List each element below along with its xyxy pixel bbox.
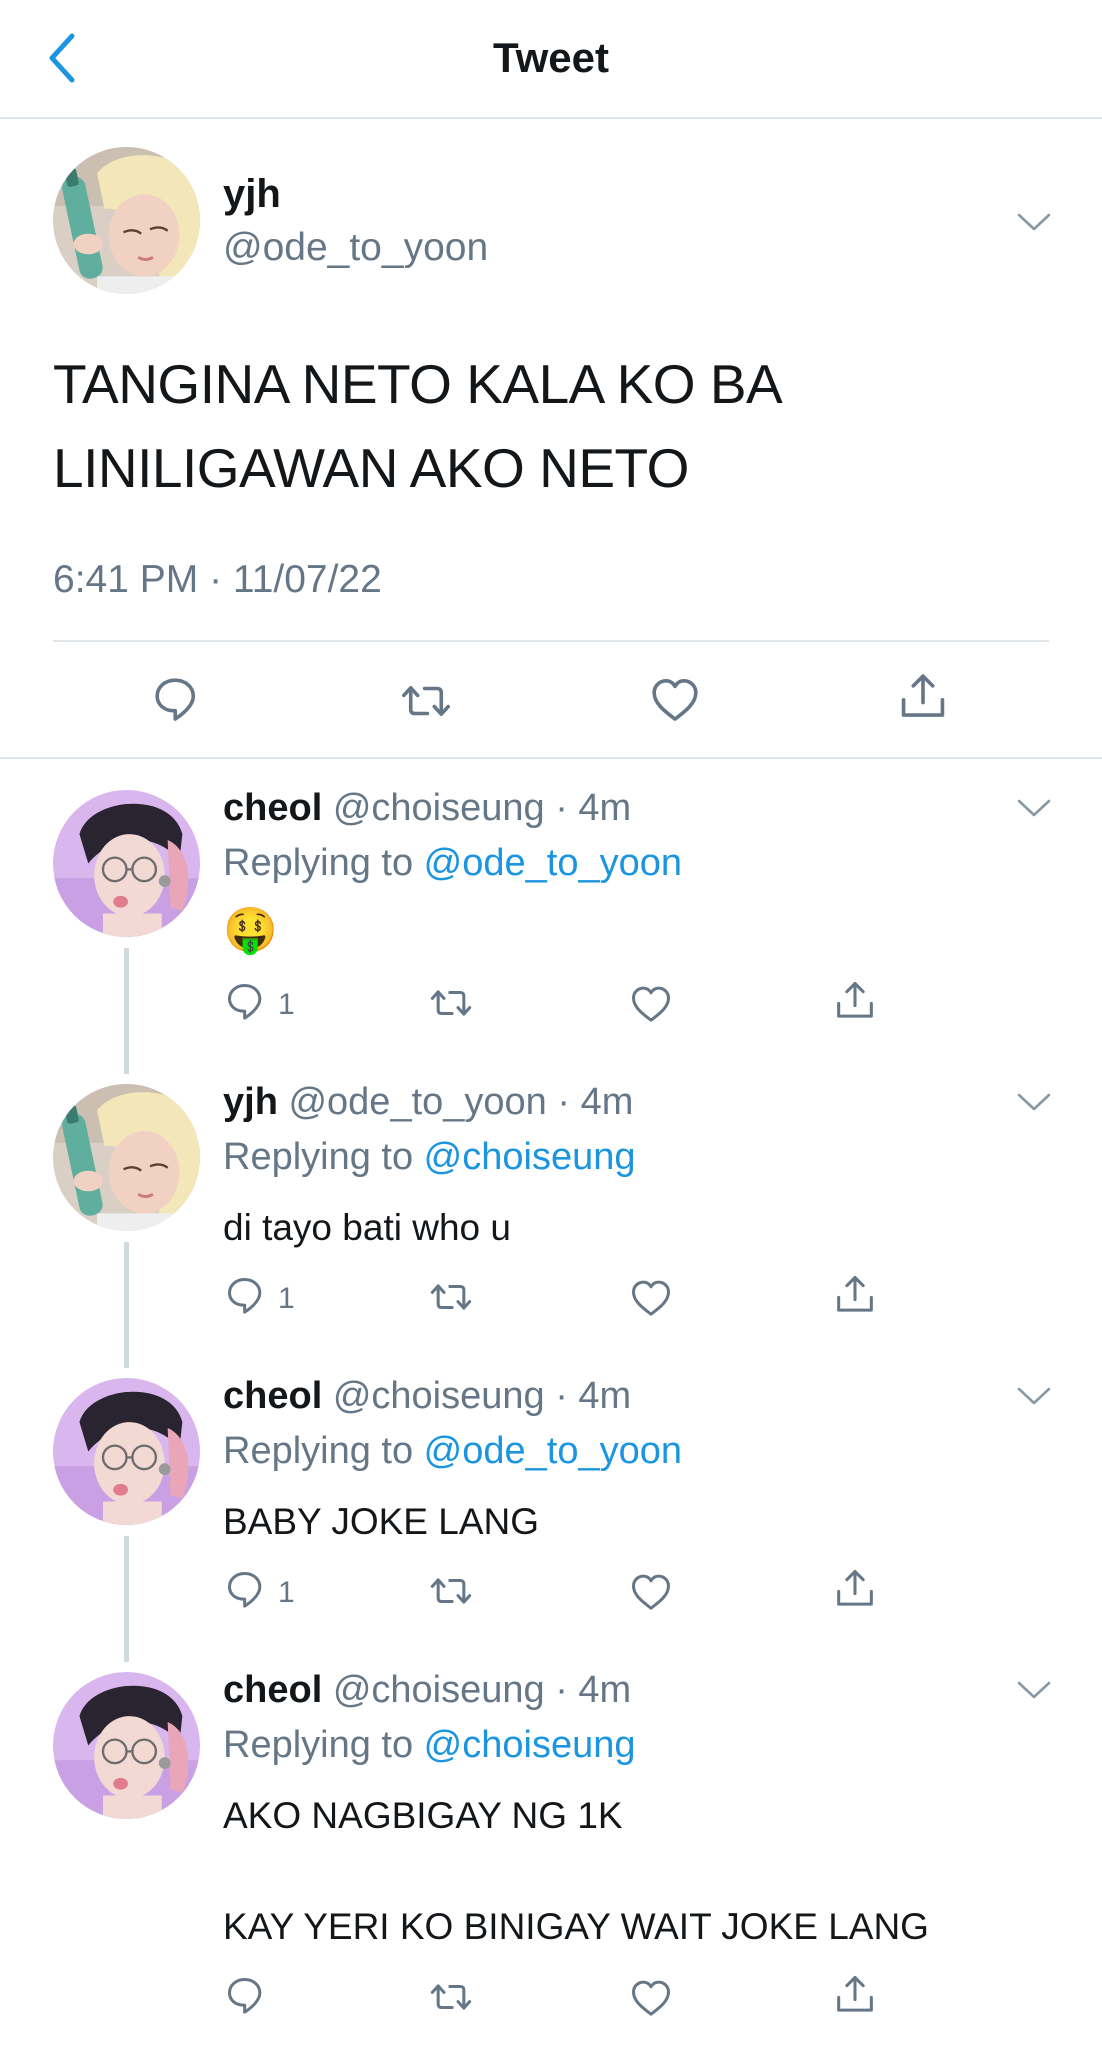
author-name[interactable]: cheol: [223, 1669, 322, 1711]
replying-to: Replying to @ode_to_yoon: [223, 1430, 682, 1473]
replying-to-link[interactable]: @choiseung: [424, 1724, 636, 1766]
retweet-icon[interactable]: [428, 1570, 474, 1612]
like-icon[interactable]: [630, 1978, 672, 2020]
like-icon[interactable]: [630, 1572, 672, 1614]
replying-to: Replying to @ode_to_yoon: [223, 842, 682, 885]
chevron-down-icon[interactable]: [1016, 1386, 1052, 1410]
avatar[interactable]: [53, 147, 200, 294]
author-name[interactable]: cheol: [223, 1375, 322, 1417]
reply-icon[interactable]: [226, 982, 268, 1024]
replying-to-prefix: Replying to: [223, 1724, 424, 1766]
reply-header: cheol @choiseung · 4m: [223, 1375, 631, 1418]
replying-to-prefix: Replying to: [223, 842, 424, 884]
retweet-icon[interactable]: [428, 982, 474, 1024]
reply-icon[interactable]: [226, 1570, 268, 1612]
replying-to-link[interactable]: @ode_to_yoon: [424, 842, 682, 884]
reply-text: di tayo bati who u: [223, 1207, 511, 1248]
author-handle[interactable]: @ode_to_yoon: [288, 1081, 546, 1123]
reply-icon[interactable]: [153, 676, 203, 726]
replying-to: Replying to @choiseung: [223, 1136, 636, 1179]
reply-time: · 4m: [555, 1669, 632, 1711]
reply-count: 1: [278, 1576, 295, 1609]
reply-icon[interactable]: [226, 1976, 268, 2018]
reply-text: BABY JOKE LANG: [223, 1501, 539, 1542]
reply-header: yjh @ode_to_yoon · 4m: [223, 1081, 633, 1124]
retweet-icon[interactable]: [428, 1976, 474, 2018]
reply-count: 1: [278, 988, 295, 1021]
divider: [0, 757, 1102, 759]
author-name[interactable]: yjh: [223, 1081, 278, 1123]
share-icon[interactable]: [834, 1568, 876, 1610]
avatar[interactable]: [53, 790, 200, 937]
reply-header: cheol @choiseung · 4m: [223, 1669, 631, 1712]
replying-to-link[interactable]: @choiseung: [424, 1136, 636, 1178]
like-icon[interactable]: [630, 984, 672, 1026]
replying-to-prefix: Replying to: [223, 1136, 424, 1178]
reply-icon[interactable]: [226, 1276, 268, 1318]
thread-line: [124, 1242, 129, 1368]
retweet-icon[interactable]: [428, 1276, 474, 1318]
divider: [53, 640, 1049, 642]
chevron-down-icon[interactable]: [1016, 798, 1052, 822]
share-icon[interactable]: [834, 980, 876, 1022]
tweet-text-line: TANGINA NETO KALA KO BA: [53, 353, 783, 415]
reply-time: · 4m: [557, 1081, 634, 1123]
reply-header: cheol @choiseung · 4m: [223, 787, 631, 830]
like-icon[interactable]: [630, 1278, 672, 1320]
author-handle[interactable]: @choiseung: [333, 1375, 545, 1417]
reply-text: 🤑: [223, 906, 278, 955]
author-name[interactable]: yjh: [223, 172, 281, 217]
thread-line: [124, 1536, 129, 1662]
tweet-text: TANGINA NETO KALA KO BA LINILIGAWAN AKO …: [53, 342, 1033, 510]
reply-count: 1: [278, 1282, 295, 1315]
share-icon[interactable]: [834, 1274, 876, 1316]
replying-to: Replying to @choiseung: [223, 1724, 636, 1767]
reply-text-line: AKO NAGBIGAY NG 1K: [223, 1795, 623, 1836]
reply-text-line: KAY YERI KO BINIGAY WAIT JOKE LANG: [223, 1906, 929, 1947]
replying-to-link[interactable]: @ode_to_yoon: [424, 1430, 682, 1472]
avatar[interactable]: [53, 1672, 200, 1819]
thread-line: [124, 948, 129, 1074]
reply-time: · 4m: [555, 1375, 632, 1417]
author-handle[interactable]: @choiseung: [333, 1669, 545, 1711]
like-icon[interactable]: [650, 676, 700, 726]
author-handle[interactable]: @choiseung: [333, 787, 545, 829]
chevron-down-icon[interactable]: [1016, 212, 1052, 236]
share-icon[interactable]: [834, 1974, 876, 2016]
share-icon[interactable]: [898, 672, 948, 722]
tweet-text-line: LINILIGAWAN AKO NETO: [53, 437, 689, 499]
retweet-icon[interactable]: [398, 676, 454, 726]
author-name[interactable]: cheol: [223, 787, 322, 829]
page-title: Tweet: [493, 34, 609, 81]
author-handle[interactable]: @ode_to_yoon: [223, 226, 488, 270]
tweet-timestamp: 6:41 PM · 11/07/22: [53, 558, 382, 601]
avatar[interactable]: [53, 1378, 200, 1525]
chevron-down-icon[interactable]: [1016, 1680, 1052, 1704]
chevron-down-icon[interactable]: [1016, 1092, 1052, 1116]
replying-to-prefix: Replying to: [223, 1430, 424, 1472]
reply-time: · 4m: [555, 787, 632, 829]
avatar[interactable]: [53, 1084, 200, 1231]
